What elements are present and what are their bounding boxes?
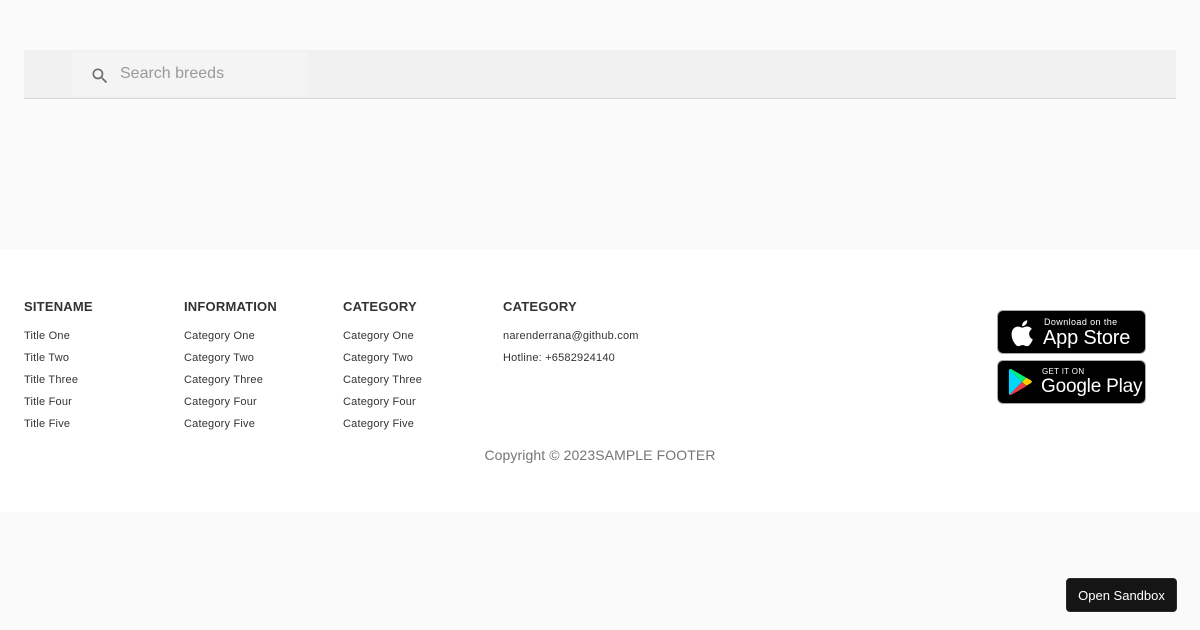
contact-list: narenderrana@github.com Hotline: +658292… <box>503 330 639 364</box>
footer-link[interactable]: Title Four <box>24 396 72 408</box>
footer-heading: INFORMATION <box>184 299 277 314</box>
search-box[interactable] <box>72 52 308 96</box>
footer-link-list: Title One Title Two Title Three Title Fo… <box>24 330 93 430</box>
footer-column-contact: CATEGORY narenderrana@github.com Hotline… <box>503 300 639 374</box>
footer-link[interactable]: Title Five <box>24 418 70 430</box>
footer-link[interactable]: Title One <box>24 330 70 342</box>
footer-heading: CATEGORY <box>503 299 577 314</box>
contact-hotline: Hotline: +6582924140 <box>503 352 615 364</box>
open-sandbox-button[interactable]: Open Sandbox <box>1066 578 1177 612</box>
footer-link[interactable]: Category Three <box>184 374 263 386</box>
app-store-label: App Store <box>1043 327 1131 349</box>
footer-link[interactable]: Category Four <box>343 396 416 408</box>
footer-link[interactable]: Category Five <box>343 418 414 430</box>
footer-link-list: Category One Category Two Category Three… <box>343 330 422 430</box>
footer-link-list: Category One Category Two Category Three… <box>184 330 277 430</box>
app-store-badge[interactable]: Download on the App Store <box>997 310 1146 354</box>
footer-link[interactable]: Category One <box>343 330 414 342</box>
google-play-small-label: GET IT ON <box>1042 367 1085 376</box>
footer-link[interactable]: Category Two <box>343 352 413 364</box>
footer-link[interactable]: Title Three <box>24 374 78 386</box>
footer: SITENAME Title One Title Two Title Three… <box>0 249 1200 512</box>
google-play-badge[interactable]: GET IT ON Google Play <box>997 360 1146 404</box>
footer-link[interactable]: Category Three <box>343 374 422 386</box>
apple-icon <box>1008 318 1034 353</box>
copyright-text: Copyright © 2023SAMPLE FOOTER <box>484 447 716 463</box>
search-icon <box>90 66 110 86</box>
contact-email: narenderrana@github.com <box>503 330 639 342</box>
search-input[interactable] <box>120 52 300 96</box>
footer-column-category: CATEGORY Category One Category Two Categ… <box>343 300 422 440</box>
footer-link[interactable]: Category Two <box>184 352 254 364</box>
footer-link[interactable]: Category One <box>184 330 255 342</box>
footer-column-sitename: SITENAME Title One Title Two Title Three… <box>24 300 93 440</box>
google-play-label: Google Play <box>1041 376 1143 397</box>
search-app-bar <box>24 50 1176 99</box>
footer-link[interactable]: Category Four <box>184 396 257 408</box>
google-play-icon <box>1008 368 1034 401</box>
app-store-small-label: Download on the <box>1044 317 1118 327</box>
footer-column-information: INFORMATION Category One Category Two Ca… <box>184 300 277 440</box>
footer-heading: SITENAME <box>24 299 93 314</box>
footer-heading: CATEGORY <box>343 299 417 314</box>
footer-link[interactable]: Title Two <box>24 352 69 364</box>
page: SITENAME Title One Title Two Title Three… <box>0 0 1200 630</box>
footer-link[interactable]: Category Five <box>184 418 255 430</box>
